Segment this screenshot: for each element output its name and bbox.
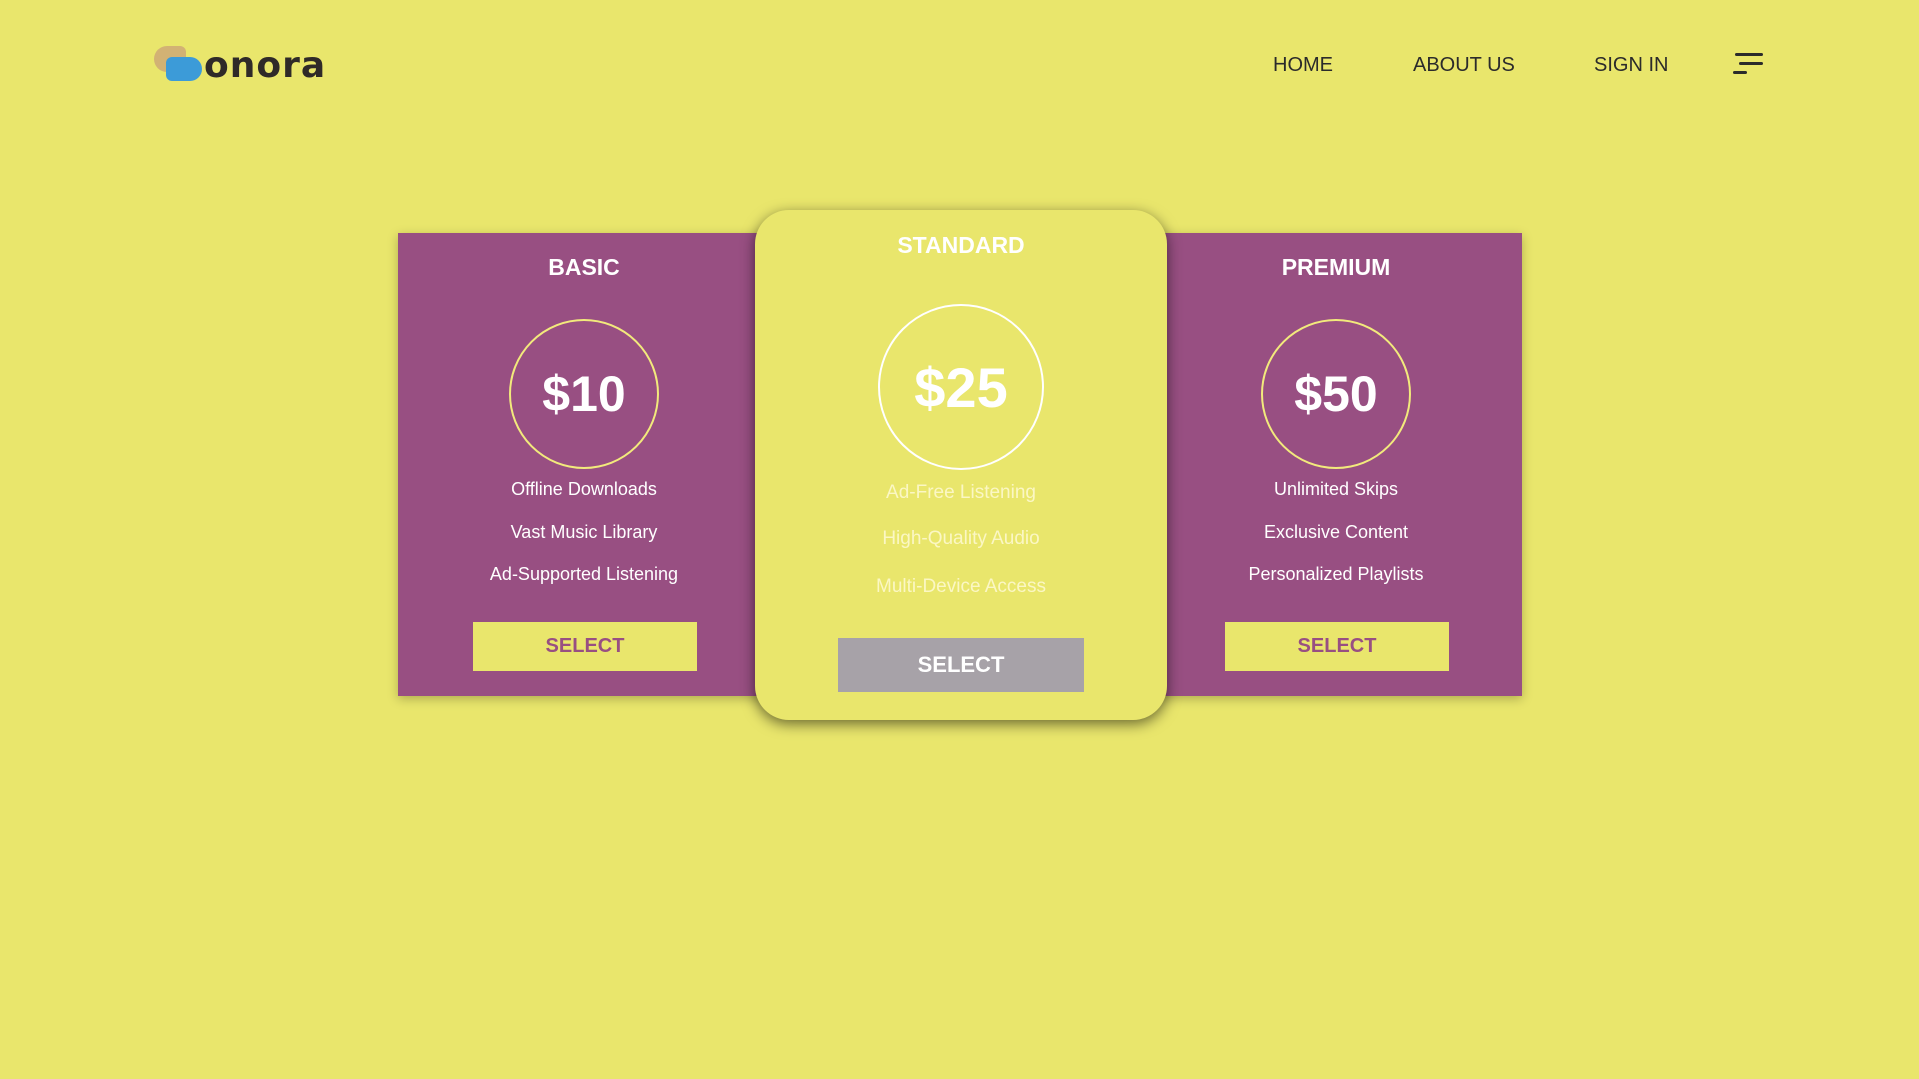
nav-signin-link[interactable]: SIGN IN	[1594, 52, 1668, 78]
logo-text: onora	[204, 45, 327, 86]
plan-card-standard: STANDARD $25 Ad-Free Listening High-Qual…	[755, 210, 1167, 720]
select-standard-button[interactable]: SELECT	[838, 638, 1084, 692]
plan-feature: Offline Downloads	[511, 479, 657, 499]
hamburger-menu-icon[interactable]	[1733, 53, 1763, 77]
plan-price: $10	[542, 366, 626, 422]
select-premium-button[interactable]: SELECT	[1225, 622, 1449, 671]
select-basic-button[interactable]: SELECT	[473, 622, 697, 671]
price-circle: $50	[1261, 319, 1411, 469]
plan-price: $25	[914, 355, 1008, 419]
logo-mark-icon	[152, 44, 204, 84]
plan-name: STANDARD	[897, 232, 1025, 258]
plan-feature: High-Quality Audio	[882, 528, 1040, 549]
plan-feature: Ad-Supported Listening	[489, 564, 679, 584]
plan-feature: Multi-Device Access	[876, 576, 1046, 597]
nav-about-link[interactable]: ABOUT US	[1413, 52, 1515, 78]
plan-card-basic: BASIC $10 Offline Downloads Vast Music L…	[398, 233, 770, 696]
plan-feature: Ad-Free Listening	[886, 482, 1036, 503]
plan-card-premium: PREMIUM $50 Unlimited Skips Exclusive Co…	[1150, 233, 1522, 696]
plan-name: BASIC	[548, 254, 620, 280]
nav-home-link[interactable]: HOME	[1273, 52, 1333, 78]
plan-name: PREMIUM	[1281, 254, 1391, 280]
price-circle: $10	[509, 319, 659, 469]
plan-feature: Exclusive Content	[1263, 522, 1409, 542]
plan-feature: Vast Music Library	[510, 522, 658, 542]
plan-price: $50	[1294, 366, 1378, 422]
plan-feature: Personalized Playlists	[1248, 564, 1424, 584]
price-circle: $25	[878, 304, 1044, 470]
logo[interactable]: onora	[152, 44, 327, 86]
plan-feature: Unlimited Skips	[1273, 479, 1399, 499]
